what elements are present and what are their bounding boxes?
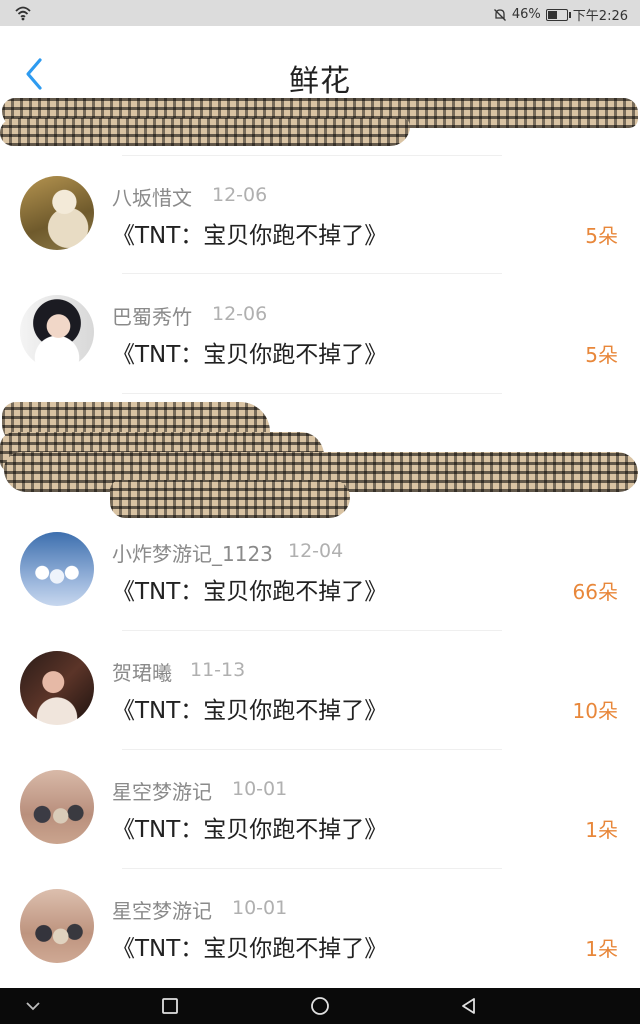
list-item[interactable]: 星空梦游记 10-01 《TNT：宝贝你跑不掉了》 1朵 bbox=[0, 873, 640, 991]
book-title: 《TNT：宝贝你跑不掉了》 bbox=[112, 342, 388, 368]
list-item[interactable]: 星空梦游记 10-01 《TNT：宝贝你跑不掉了》 1朵 bbox=[0, 754, 640, 872]
nav-recent-icon[interactable] bbox=[159, 995, 181, 1017]
clock: 下午2:26 bbox=[572, 9, 628, 24]
page-title: 鲜花 bbox=[289, 64, 351, 99]
divider bbox=[122, 393, 502, 394]
book-title: 《TNT：宝贝你跑不掉了》 bbox=[112, 579, 388, 605]
battery-percent: 46% bbox=[511, 7, 541, 22]
flower-count: 1朵 bbox=[585, 937, 618, 961]
gift-date: 12-06 bbox=[212, 303, 268, 325]
book-title: 《TNT：宝贝你跑不掉了》 bbox=[112, 698, 388, 724]
book-title: 《TNT：宝贝你跑不掉了》 bbox=[112, 223, 388, 249]
flower-count: 66朵 bbox=[572, 580, 618, 604]
avatar bbox=[20, 295, 94, 369]
user-name: 星空梦游记 bbox=[112, 780, 212, 804]
divider bbox=[122, 630, 502, 631]
gift-date: 11-13 bbox=[190, 659, 246, 681]
avatar bbox=[20, 770, 94, 844]
avatar bbox=[20, 532, 94, 606]
user-name: 八坂惜文 bbox=[112, 186, 192, 210]
gift-date: 10-01 bbox=[232, 897, 288, 919]
divider bbox=[122, 273, 502, 274]
user-name: 贺珺曦 bbox=[112, 661, 172, 685]
flower-count: 5朵 bbox=[585, 224, 618, 248]
divider bbox=[122, 868, 502, 869]
avatar bbox=[20, 651, 94, 725]
status-bar: 46% 下午2:26 bbox=[0, 0, 640, 26]
list-item[interactable]: 小炸梦游记_1123 12-04 《TNT：宝贝你跑不掉了》 66朵 bbox=[0, 516, 640, 634]
nav-collapse-icon[interactable] bbox=[22, 995, 44, 1017]
system-nav-bar bbox=[0, 988, 640, 1024]
user-name: 小炸梦游记_1123 bbox=[112, 542, 273, 566]
list-item[interactable]: 贺珺曦 11-13 《TNT：宝贝你跑不掉了》 10朵 bbox=[0, 635, 640, 753]
flower-count: 1朵 bbox=[585, 818, 618, 842]
flower-count: 10朵 bbox=[572, 699, 618, 723]
user-name: 巴蜀秀竹 bbox=[112, 305, 192, 329]
book-title: 《TNT：宝贝你跑不掉了》 bbox=[112, 936, 388, 962]
redacted-area bbox=[0, 118, 410, 146]
divider bbox=[122, 155, 502, 156]
divider bbox=[122, 749, 502, 750]
nav-back-icon[interactable] bbox=[458, 995, 480, 1017]
list-item[interactable]: 八坂惜文 12-06 《TNT：宝贝你跑不掉了》 5朵 bbox=[0, 160, 640, 278]
user-name: 星空梦游记 bbox=[112, 899, 212, 923]
nav-home-icon[interactable] bbox=[309, 995, 331, 1017]
gift-date: 12-06 bbox=[212, 184, 268, 206]
mute-bell-icon bbox=[493, 8, 506, 21]
flower-count: 5朵 bbox=[585, 343, 618, 367]
redacted-area bbox=[110, 480, 350, 518]
avatar bbox=[20, 176, 94, 250]
list-item[interactable]: 巴蜀秀竹 12-06 《TNT：宝贝你跑不掉了》 5朵 bbox=[0, 279, 640, 397]
gift-date: 10-01 bbox=[232, 778, 288, 800]
gift-date: 12-04 bbox=[288, 540, 344, 562]
avatar bbox=[20, 889, 94, 963]
wifi-icon bbox=[15, 6, 31, 21]
battery-icon bbox=[545, 8, 571, 21]
book-title: 《TNT：宝贝你跑不掉了》 bbox=[112, 817, 388, 843]
